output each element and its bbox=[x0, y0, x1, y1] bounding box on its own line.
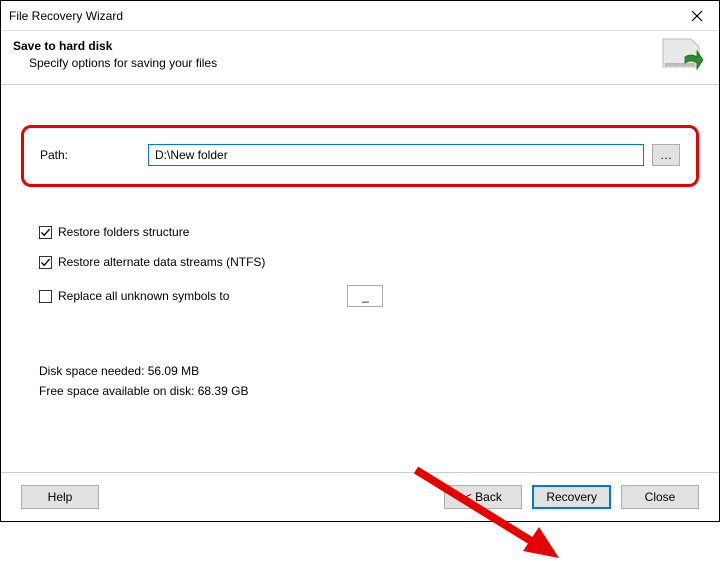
wizard-header: Save to hard disk Specify options for sa… bbox=[1, 31, 719, 85]
restore-ads-checkbox[interactable] bbox=[39, 256, 52, 269]
restore-folders-checkbox[interactable] bbox=[39, 226, 52, 239]
path-highlight-box: Path: … bbox=[21, 125, 699, 187]
check-icon bbox=[40, 227, 51, 238]
close-button[interactable]: Close bbox=[621, 485, 699, 509]
replace-unknown-checkbox[interactable] bbox=[39, 290, 52, 303]
wizard-window: File Recovery Wizard Save to hard disk S… bbox=[0, 0, 720, 522]
close-window-button[interactable] bbox=[674, 1, 719, 31]
check-icon bbox=[40, 257, 51, 268]
path-label: Path: bbox=[40, 148, 140, 162]
disk-space-free: Free space available on disk: 68.39 GB bbox=[39, 381, 681, 401]
close-icon bbox=[691, 10, 703, 22]
wizard-footer: Help < Back Recovery Close bbox=[1, 472, 719, 521]
option-restore-ads: Restore alternate data streams (NTFS) bbox=[39, 255, 681, 269]
help-button[interactable]: Help bbox=[21, 485, 99, 509]
page-title: Save to hard disk bbox=[13, 39, 707, 53]
replace-symbol-input[interactable] bbox=[347, 285, 383, 307]
back-button[interactable]: < Back bbox=[444, 485, 522, 509]
titlebar: File Recovery Wizard bbox=[1, 1, 719, 31]
restore-folders-label: Restore folders structure bbox=[58, 225, 189, 239]
option-replace-unknown: Replace all unknown symbols to bbox=[39, 285, 681, 307]
restore-ads-label: Restore alternate data streams (NTFS) bbox=[58, 255, 265, 269]
disk-info: Disk space needed: 56.09 MB Free space a… bbox=[39, 361, 681, 402]
options-group: Restore folders structure Restore altern… bbox=[39, 225, 681, 307]
disk-save-icon bbox=[659, 37, 703, 80]
wizard-content: Path: … Restore folders structure Restor… bbox=[1, 85, 719, 472]
disk-space-needed: Disk space needed: 56.09 MB bbox=[39, 361, 681, 381]
window-title: File Recovery Wizard bbox=[9, 9, 123, 23]
path-input[interactable] bbox=[148, 144, 644, 166]
option-restore-folders: Restore folders structure bbox=[39, 225, 681, 239]
page-subtitle: Specify options for saving your files bbox=[13, 56, 707, 70]
browse-button[interactable]: … bbox=[652, 144, 680, 166]
replace-unknown-label: Replace all unknown symbols to bbox=[58, 289, 229, 303]
recovery-button[interactable]: Recovery bbox=[532, 485, 611, 509]
